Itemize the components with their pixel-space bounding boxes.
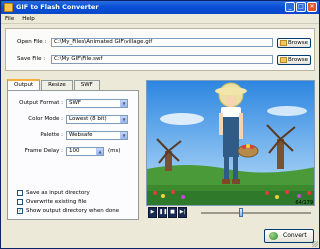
title-bar: GIF to Flash Converter _ □ ✕ [1, 1, 319, 14]
menu-file[interactable]: File [5, 16, 14, 22]
step-forward-button[interactable]: ▶| [178, 207, 187, 218]
minimize-button[interactable]: _ [285, 2, 295, 12]
convert-icon [269, 232, 278, 240]
output-format-label: Output Format : [19, 100, 63, 106]
save-as-input-dir-checkbox[interactable] [17, 190, 23, 196]
chevron-down-icon: ▼ [120, 132, 127, 139]
output-format-select[interactable]: SWF ▼ [66, 99, 128, 108]
player-controls: 64/179 ▶ ❚❚ ■ ▶| [146, 200, 315, 220]
tulip-field [147, 190, 314, 205]
folder-icon [280, 57, 287, 63]
frame-slider[interactable] [201, 212, 311, 214]
stop-button[interactable]: ■ [168, 207, 177, 218]
show-output-dir-checkbox[interactable]: ✓ [17, 208, 23, 214]
frame-delay-label: Frame Delay : [24, 148, 63, 154]
menu-help[interactable]: Help [22, 16, 35, 22]
window-title: GIF to Flash Converter [16, 3, 99, 11]
app-window: GIF to Flash Converter _ □ ✕ File Help O… [0, 0, 320, 249]
open-file-label: Open File : [17, 39, 47, 45]
overwrite-label: Overwrite existing file [26, 199, 87, 205]
color-mode-select[interactable]: Lowest (8 bit) ▼ [66, 115, 128, 124]
chevron-down-icon: ▼ [120, 100, 127, 107]
open-file-field[interactable]: C:\My_Files\Animated GIF\village.gif [51, 38, 273, 47]
chevron-down-icon: ▼ [120, 116, 127, 123]
maximize-button[interactable]: □ [296, 2, 306, 12]
spinner-arrows-icon[interactable]: ▲ [96, 148, 103, 155]
frame-slider-thumb[interactable] [239, 208, 244, 217]
window-controls: _ □ ✕ [285, 2, 317, 12]
frame-delay-value: 100 [69, 148, 80, 154]
overwrite-checkbox[interactable] [17, 199, 23, 205]
settings-tabs: Output Resize SWF [7, 79, 101, 90]
play-button[interactable]: ▶ [148, 207, 157, 218]
gif-preview [146, 80, 315, 206]
color-mode-label: Color Mode : [28, 116, 63, 122]
open-browse-label: Browse [288, 40, 309, 46]
save-file-label: Save File : [17, 56, 46, 62]
overwrite-option[interactable]: Overwrite existing file [17, 199, 87, 205]
save-browse-label: Browse [288, 57, 309, 63]
app-icon [4, 3, 13, 12]
frame-counter: 64/179 [295, 200, 313, 206]
show-output-dir-option[interactable]: ✓ Show output directory when done [17, 208, 119, 214]
tab-resize[interactable]: Resize [41, 80, 73, 90]
tab-output[interactable]: Output [7, 79, 41, 90]
close-button[interactable]: ✕ [307, 2, 317, 12]
folder-icon [280, 40, 287, 46]
resize-grip[interactable] [312, 241, 318, 247]
tab-swf[interactable]: SWF [73, 80, 100, 90]
menu-bar: File Help [1, 14, 319, 24]
save-as-input-dir-label: Save as input directory [26, 190, 90, 196]
save-browse-button[interactable]: Browse [277, 55, 311, 65]
output-tab-panel: Output Format : SWF ▼ Color Mode : Lowes… [7, 90, 139, 220]
preview-image [147, 81, 314, 205]
show-output-dir-label: Show output directory when done [26, 208, 120, 214]
save-file-field[interactable]: C:\My GIF\File.swf [51, 55, 273, 64]
palette-select[interactable]: Websafe ▼ [66, 131, 128, 140]
file-panel: Open File : C:\My_Files\Animated GIF\vil… [5, 28, 315, 71]
pause-button[interactable]: ❚❚ [158, 207, 167, 218]
palette-value: Websafe [69, 132, 93, 138]
color-mode-value: Lowest (8 bit) [69, 116, 107, 122]
save-as-input-dir-option[interactable]: Save as input directory [17, 190, 90, 196]
palette-label: Palette : [40, 132, 63, 138]
convert-button[interactable]: Convert [264, 229, 314, 243]
output-format-value: SWF [69, 100, 82, 106]
frame-delay-unit: (ms) [108, 148, 121, 154]
open-browse-button[interactable]: Browse [277, 38, 311, 48]
frame-delay-spinner[interactable]: 100 ▲ [66, 147, 104, 156]
convert-label: Convert [283, 232, 307, 239]
